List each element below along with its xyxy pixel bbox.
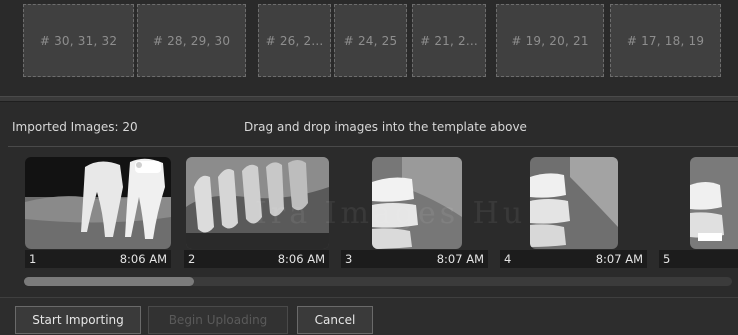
imported-count-label: Imported Images: 20: [12, 120, 138, 134]
template-slot[interactable]: # 30, 31, 32: [23, 4, 134, 77]
panel-splitter[interactable]: [0, 96, 738, 102]
xray-thumbnail[interactable]: [530, 157, 618, 249]
template-slot[interactable]: # 17, 18, 19: [610, 4, 721, 77]
drag-drop-hint: Drag and drop images into the template a…: [244, 120, 527, 134]
template-slot[interactable]: # 21, 2...: [412, 4, 486, 77]
thumbnail-caption: 2 8:06 AM: [184, 250, 329, 268]
xray-image: [25, 157, 171, 249]
divider: [8, 146, 738, 147]
watermark: Ira Images Hu: [255, 196, 527, 231]
thumbnail-number: 4: [504, 252, 512, 266]
cancel-button[interactable]: Cancel: [297, 306, 373, 334]
thumbnail-caption: 5: [659, 250, 738, 268]
thumbnail-number: 2: [188, 252, 196, 266]
xray-thumbnail[interactable]: [690, 157, 738, 249]
xray-image: [530, 157, 618, 249]
action-bar: Start Importing Begin Uploading Cancel: [0, 297, 738, 335]
begin-uploading-button[interactable]: Begin Uploading: [148, 306, 288, 334]
thumbnail-time: 8:06 AM: [119, 252, 167, 266]
xray-thumbnail[interactable]: [25, 157, 171, 249]
thumbnail-time: 8:06 AM: [277, 252, 325, 266]
template-slot[interactable]: # 19, 20, 21: [496, 4, 604, 77]
thumbnail-number: 5: [663, 252, 671, 266]
thumbnail-number: 1: [29, 252, 37, 266]
horizontal-scrollbar[interactable]: [24, 277, 732, 286]
thumbnail-time: 8:07 AM: [595, 252, 643, 266]
template-slot[interactable]: # 24, 25: [334, 4, 407, 77]
xray-image: [690, 157, 738, 249]
template-slots-area: # 30, 31, 32 # 28, 29, 30 # 26, 2... # 2…: [0, 0, 738, 96]
thumbnail-caption: 3 8:07 AM: [341, 250, 488, 268]
scrollbar-thumb[interactable]: [24, 277, 194, 286]
thumbnail-number: 3: [345, 252, 353, 266]
start-importing-button[interactable]: Start Importing: [15, 306, 141, 334]
thumbnail-time: 8:07 AM: [436, 252, 484, 266]
thumbnail-caption: 4 8:07 AM: [500, 250, 647, 268]
template-slot[interactable]: # 26, 2...: [258, 4, 331, 77]
template-slot[interactable]: # 28, 29, 30: [137, 4, 246, 77]
thumbnail-caption: 1 8:06 AM: [25, 250, 171, 268]
imported-info-row: Imported Images: 20 Drag and drop images…: [0, 112, 738, 140]
